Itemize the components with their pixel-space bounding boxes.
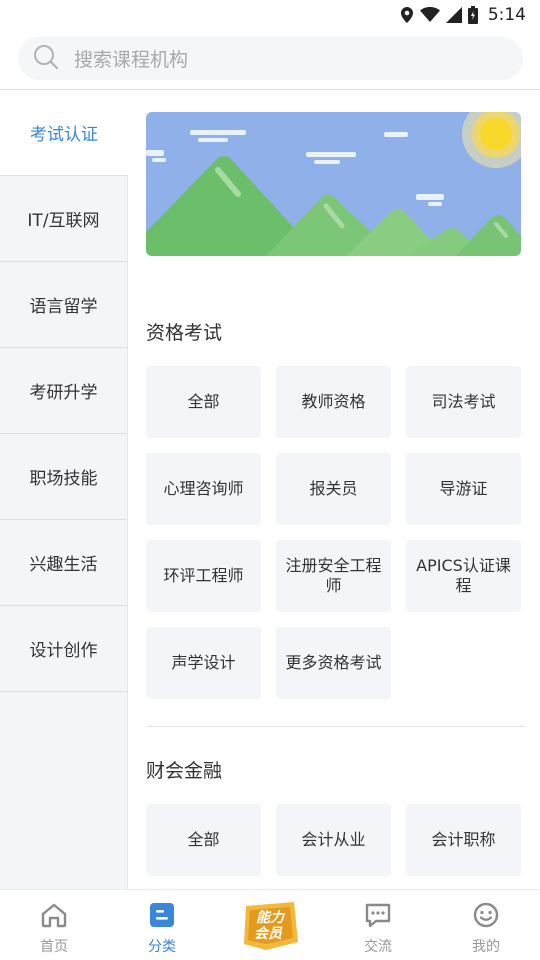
sidebar-item-label: 考试认证 (30, 125, 98, 145)
category-sidebar: 考试认证 IT/互联网 语言留学 考研升学 职场技能 兴趣生活 设计创作 (0, 90, 128, 890)
wifi-icon (419, 7, 440, 23)
vip-badge-icon: 能力会员 (238, 898, 302, 958)
nav-label: 首页 (40, 939, 68, 955)
category-chip-customs-declarer[interactable]: 报关员 (276, 453, 391, 525)
category-chip-all[interactable]: 全部 (146, 804, 261, 876)
sidebar-item-label: 设计创作 (29, 641, 98, 661)
sidebar-item-label: 语言留学 (29, 297, 98, 317)
finance-grid: 全部 会计从业 会计职称 (146, 804, 522, 876)
promo-banner[interactable] (146, 112, 521, 256)
sidebar-item-exam-cert[interactable]: 考试认证 (0, 90, 128, 176)
chat-icon (364, 902, 392, 932)
battery-icon (467, 6, 478, 24)
search-input[interactable]: 搜索课程机构 (18, 37, 523, 80)
category-chip-eia-engineer[interactable]: 环评工程师 (146, 540, 261, 612)
category-chip-judicial-exam[interactable]: 司法考试 (406, 366, 521, 438)
category-chip-tour-guide[interactable]: 导游证 (406, 453, 521, 525)
sidebar-item-career-skills[interactable]: 职场技能 (0, 434, 127, 520)
sidebar-item-label: 职场技能 (29, 469, 98, 489)
section-title-finance: 财会金融 (146, 760, 223, 782)
category-chip-psych-counselor[interactable]: 心理咨询师 (146, 453, 261, 525)
bottom-nav: 首页 分类 能力会员 交流 我的 (0, 889, 540, 960)
category-chip-apics[interactable]: APICS认证课程 (406, 540, 521, 612)
category-chip-more-exams[interactable]: 更多资格考试 (276, 627, 391, 699)
nav-home[interactable]: 首页 (0, 890, 108, 960)
sidebar-item-label: IT/互联网 (27, 211, 100, 231)
signal-icon (445, 7, 462, 23)
category-chip-accounting-title[interactable]: 会计职称 (406, 804, 521, 876)
sidebar-item-language-study-abroad[interactable]: 语言留学 (0, 262, 127, 348)
category-chip-teacher-qualification[interactable]: 教师资格 (276, 366, 391, 438)
sidebar-item-hobby-life[interactable]: 兴趣生活 (0, 520, 127, 606)
category-content: 资格考试 全部 教师资格 司法考试 心理咨询师 报关员 导游证 环评工程师 注册… (128, 90, 540, 890)
category-chip-accounting-practice[interactable]: 会计从业 (276, 804, 391, 876)
home-icon (40, 902, 68, 932)
section-divider (146, 726, 526, 727)
qualification-exams-grid: 全部 教师资格 司法考试 心理咨询师 报关员 导游证 环评工程师 注册安全工程师… (146, 366, 522, 699)
nav-category[interactable]: 分类 (108, 890, 216, 960)
nav-profile[interactable]: 我的 (432, 890, 540, 960)
status-bar: 5:14 (0, 0, 540, 30)
search-placeholder: 搜索课程机构 (74, 49, 189, 71)
sidebar-item-label: 兴趣生活 (29, 555, 98, 575)
nav-label: 交流 (364, 939, 392, 955)
section-title-qualification-exams: 资格考试 (146, 322, 223, 344)
profile-icon (472, 902, 500, 932)
nav-vip-member[interactable]: 能力会员 (216, 890, 324, 960)
nav-label: 分类 (148, 939, 176, 955)
sidebar-item-design[interactable]: 设计创作 (0, 606, 127, 692)
sidebar-item-label: 考研升学 (29, 383, 98, 403)
clock-time: 5:14 (487, 5, 526, 25)
category-chip-acoustic-design[interactable]: 声学设计 (146, 627, 261, 699)
category-chip-safety-engineer[interactable]: 注册安全工程师 (276, 540, 391, 612)
category-icon (149, 902, 175, 932)
category-chip-all[interactable]: 全部 (146, 366, 261, 438)
sidebar-item-it-internet[interactable]: IT/互联网 (0, 176, 127, 262)
search-icon (32, 43, 60, 75)
nav-label: 我的 (472, 939, 500, 955)
nav-chat[interactable]: 交流 (324, 890, 432, 960)
vip-badge-line1: 能力会员 (254, 909, 286, 941)
location-icon (400, 6, 414, 24)
sidebar-item-postgrad[interactable]: 考研升学 (0, 348, 127, 434)
